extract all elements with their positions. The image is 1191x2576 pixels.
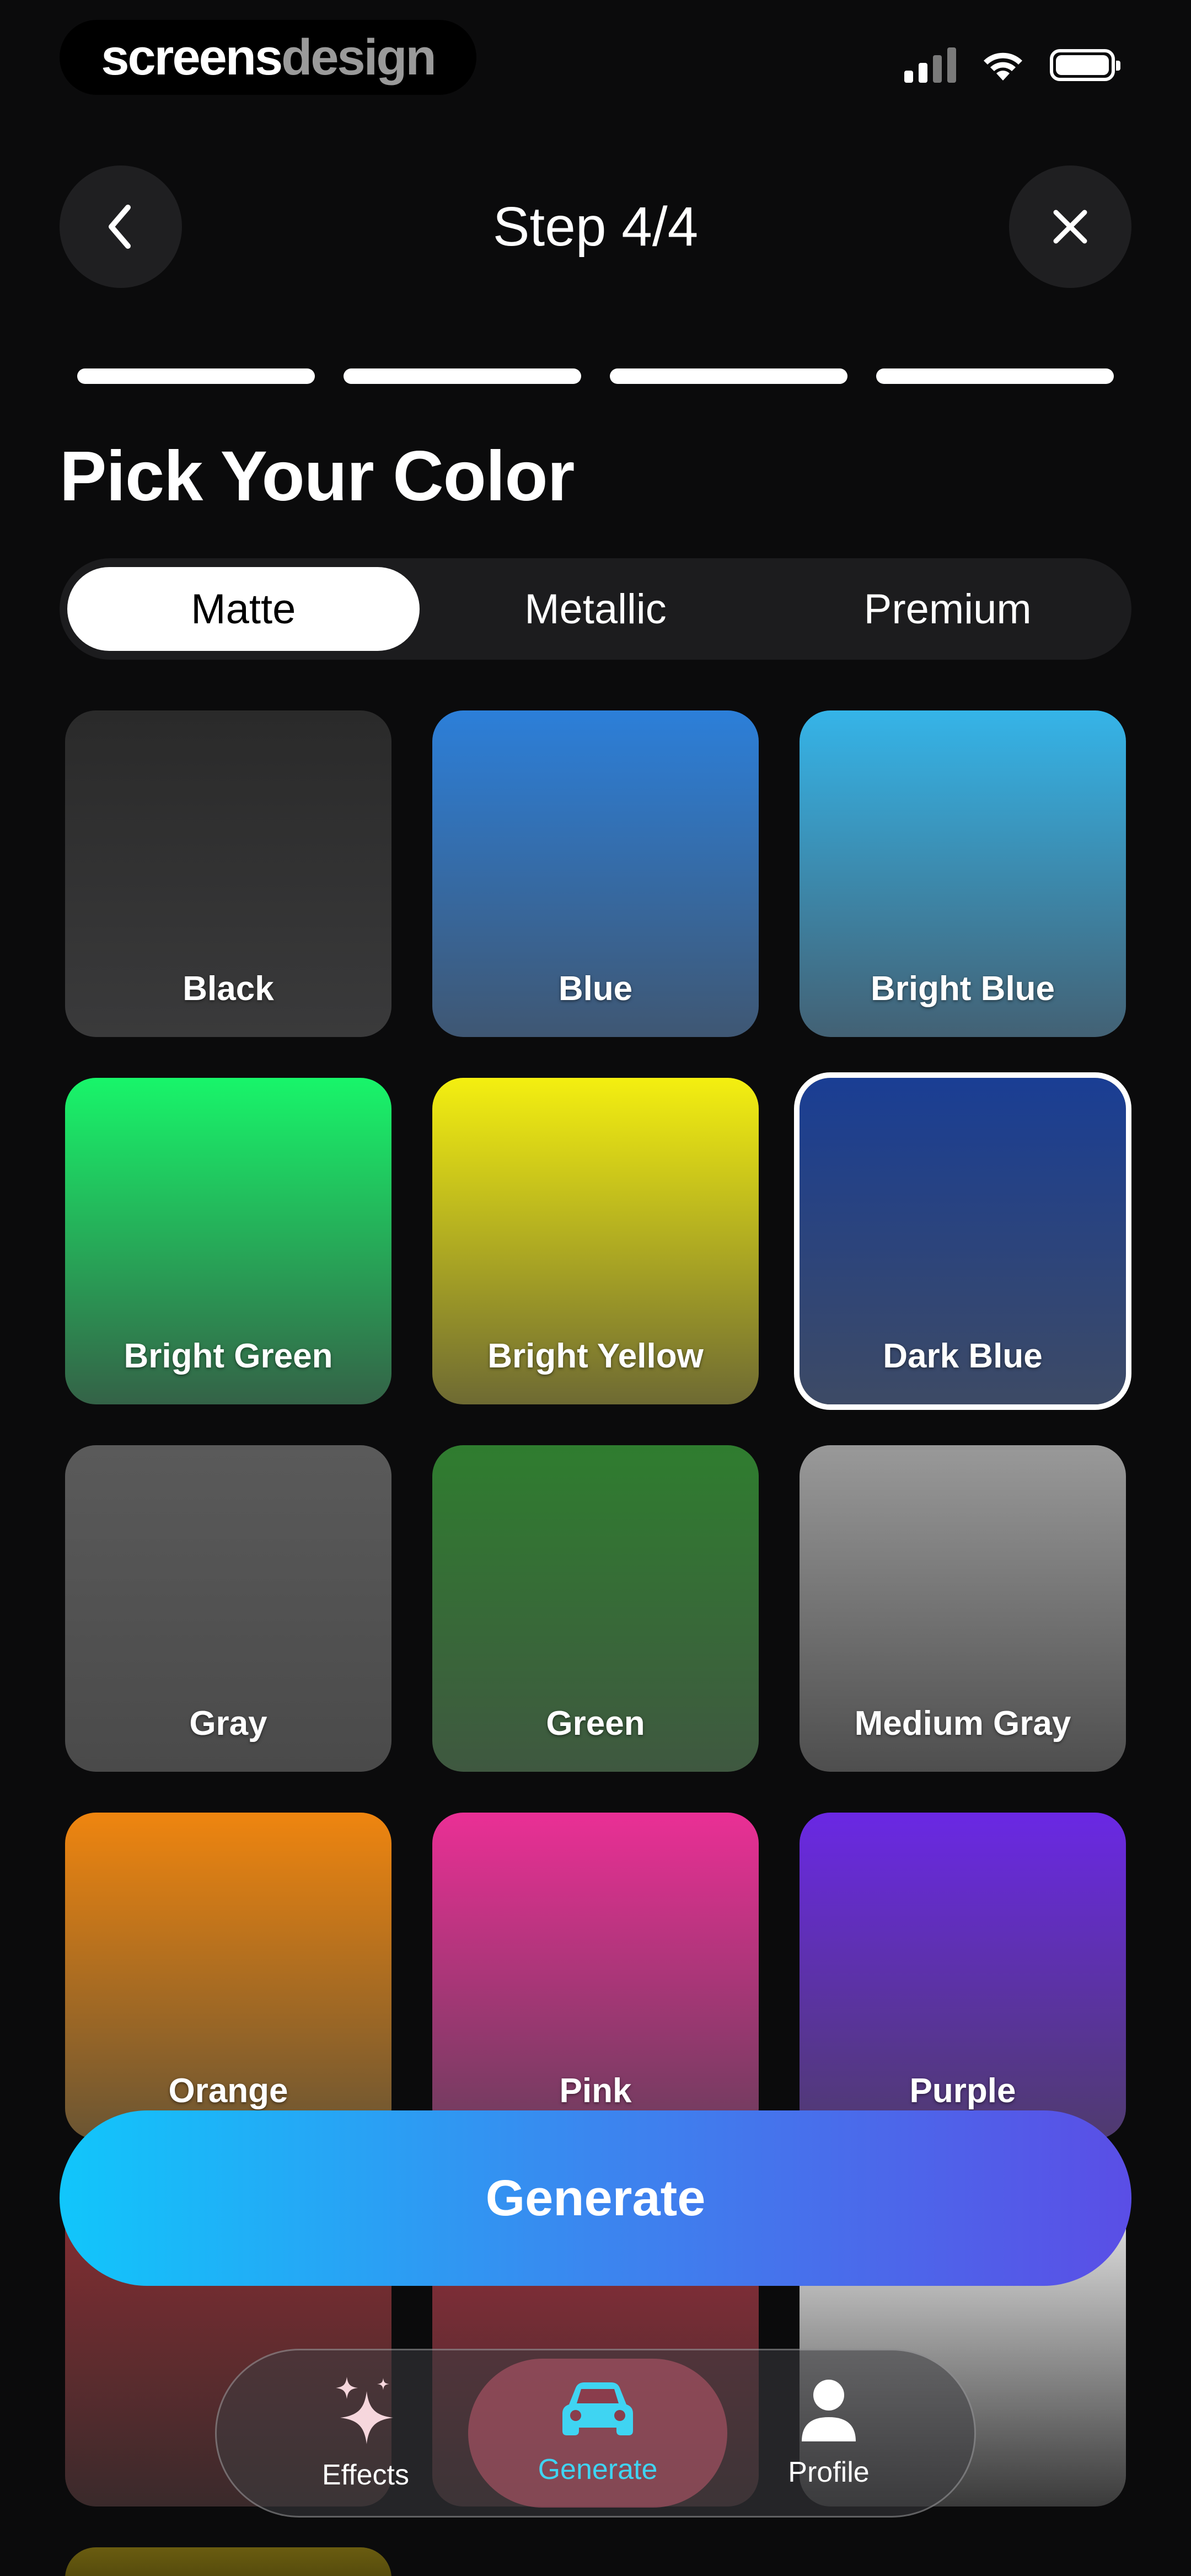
step-progress [77, 368, 1114, 384]
tab-metallic[interactable]: Metallic [420, 567, 772, 651]
color-tile-label: Green [546, 1704, 645, 1743]
color-tile[interactable]: Dark Blue [794, 1072, 1131, 1410]
color-tile-label: Gray [189, 1704, 267, 1743]
tab-profile-label: Profile [788, 2456, 870, 2488]
screen: screens design Step 4/4 Pick Your Color M… [0, 0, 1191, 2576]
tab-premium[interactable]: Premium [771, 567, 1124, 651]
color-tile-label: Bright Yellow [487, 1337, 704, 1375]
person-icon [802, 2380, 856, 2441]
brand-text-primary: screens [101, 29, 283, 85]
color-tile[interactable]: Gray [65, 1445, 391, 1772]
cellular-signal-icon [904, 47, 956, 83]
color-tile-label: Purple [909, 2072, 1016, 2110]
color-tile[interactable]: Green [432, 1445, 759, 1772]
color-tile[interactable]: Black [65, 710, 391, 1037]
car-icon [562, 2382, 633, 2435]
status-icons [904, 47, 1120, 83]
color-tile-label: Black [183, 970, 274, 1008]
chevron-left-icon [109, 205, 131, 249]
color-tile[interactable]: Bright Blue [800, 710, 1126, 1037]
color-tile-label: Medium Gray [854, 1704, 1071, 1743]
color-tile-label: Blue [558, 970, 633, 1008]
color-tile[interactable]: Bright Yellow [432, 1078, 759, 1404]
wifi-icon [984, 52, 1022, 81]
generate-button[interactable]: Generate [60, 2110, 1131, 2286]
color-tile[interactable]: Bright Green [65, 1078, 391, 1404]
color-tile-label: Bright Green [124, 1337, 333, 1375]
close-button[interactable] [1009, 165, 1131, 288]
color-tile[interactable]: Purple [800, 1813, 1126, 2139]
bottom-tab-bar: Effects Generate Profile [215, 2349, 976, 2518]
color-tile-label: Bright Blue [870, 970, 1055, 1008]
tab-generate-label: Generate [538, 2454, 658, 2486]
tab-generate[interactable]: Generate [468, 2359, 727, 2508]
tab-profile[interactable]: Profile [746, 2350, 911, 2516]
progress-segment [610, 368, 847, 384]
step-title: Step 4/4 [492, 195, 699, 258]
tab-matte[interactable]: Matte [67, 567, 420, 651]
color-tile-label: Orange [168, 2072, 288, 2110]
battery-icon [1050, 49, 1120, 81]
sparkles-icon [336, 2377, 393, 2444]
progress-segment [77, 368, 315, 384]
progress-segment [876, 368, 1114, 384]
tab-effects[interactable]: Effects [283, 2350, 448, 2516]
color-tile[interactable]: Medium Gray [800, 1445, 1126, 1772]
close-icon [1053, 210, 1087, 244]
brand-text-secondary: design [281, 29, 436, 85]
brand-logo: screens design [60, 20, 476, 95]
color-tile[interactable]: Orange [65, 1813, 391, 2139]
page-title: Pick Your Color [60, 437, 575, 516]
tab-effects-label: Effects [321, 2459, 409, 2491]
color-tile[interactable]: Blue [432, 710, 759, 1037]
progress-segment [344, 368, 581, 384]
color-tile-label: Pink [559, 2072, 632, 2110]
finish-segmented-control: Matte Metallic Premium [60, 558, 1131, 660]
color-tile-partial[interactable] [65, 2547, 391, 2576]
color-tile-label: Dark Blue [883, 1337, 1043, 1375]
back-button[interactable] [60, 165, 182, 288]
color-tile[interactable]: Pink [432, 1813, 759, 2139]
